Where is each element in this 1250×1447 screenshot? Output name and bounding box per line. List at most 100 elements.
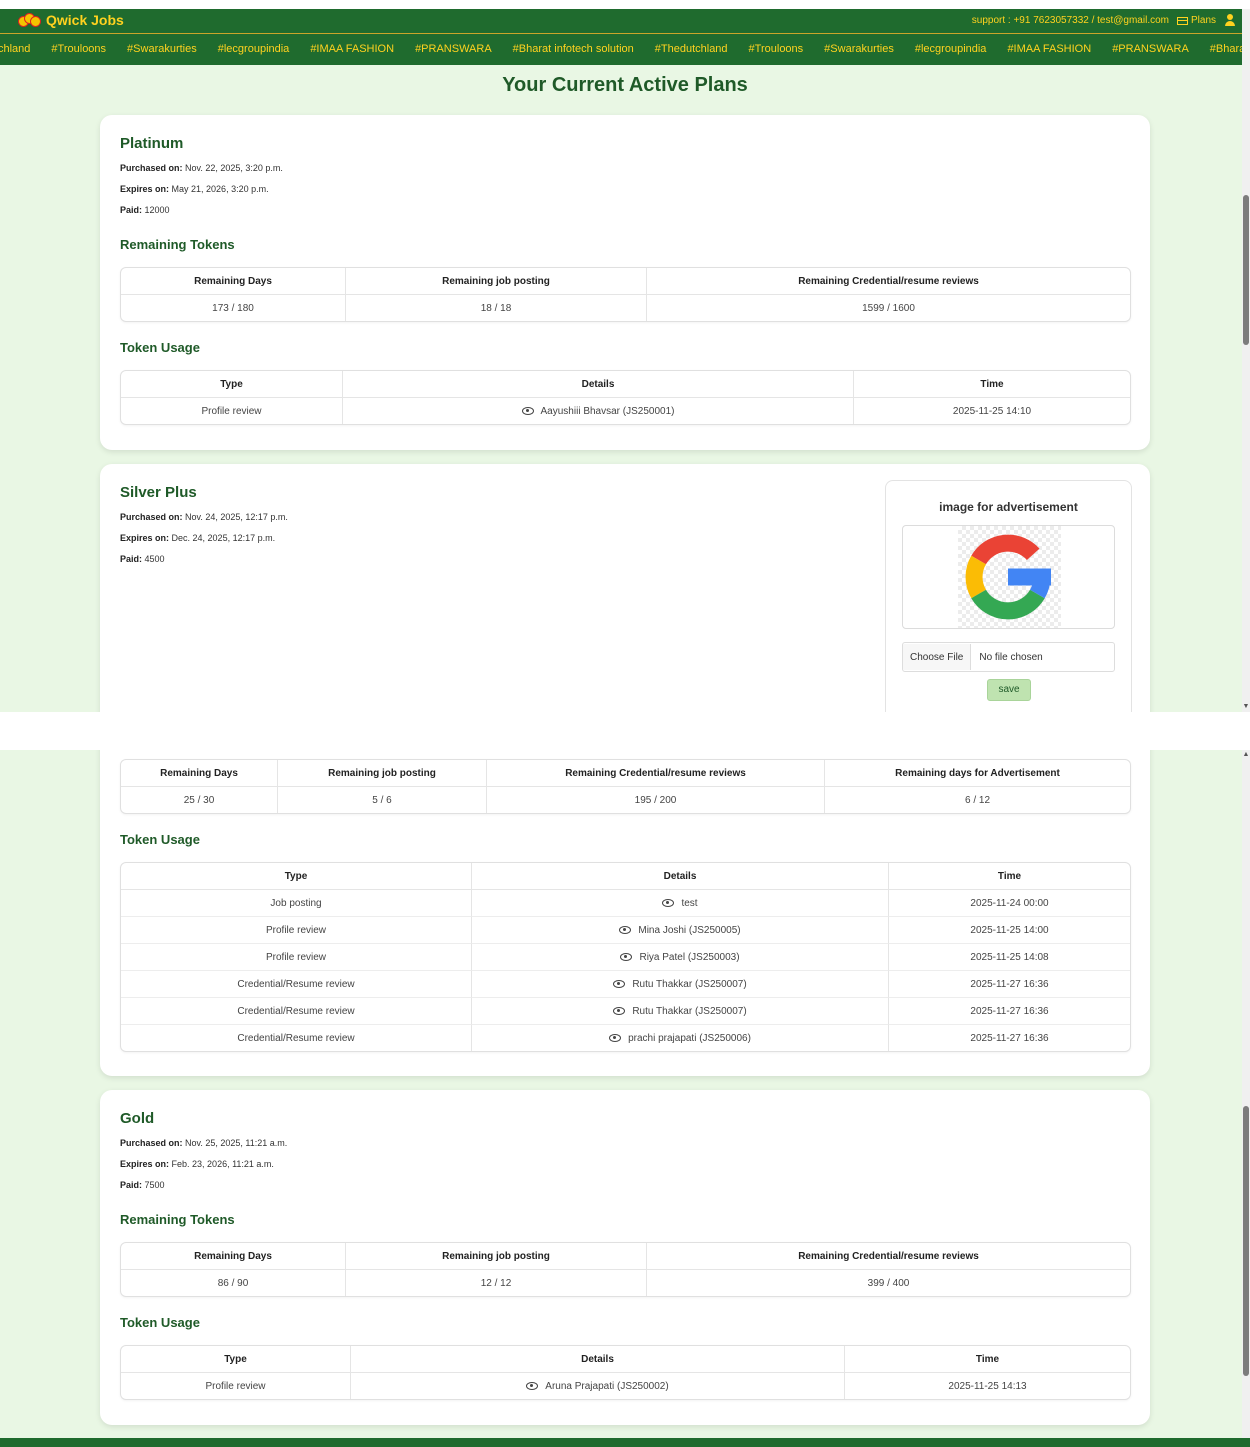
no-file-chosen-text: No file chosen	[979, 651, 1043, 663]
table-cell: 173 / 180	[121, 295, 346, 321]
usage-type: Job posting	[121, 890, 472, 916]
purchased-on-label: Purchased on:	[120, 1138, 183, 1148]
usage-time: 2025-11-25 14:13	[948, 1380, 1027, 1392]
table-row: Credential/Resume review prachi prajapat…	[121, 1024, 1130, 1051]
eye-icon[interactable]	[609, 1033, 622, 1042]
ticker-item[interactable]: #IMAA FASHION	[1007, 43, 1091, 55]
purchased-on-value: Nov. 22, 2025, 3:20 p.m.	[185, 163, 283, 173]
paid-label: Paid:	[120, 1180, 143, 1190]
table-cell: 25 / 30	[121, 787, 278, 813]
advertisement-box: image for advertisement Choose File No f…	[885, 480, 1132, 712]
scrollbar[interactable]: ▲	[1242, 750, 1250, 1438]
plan-name: Silver Plus	[120, 484, 197, 501]
column-header: Time	[889, 863, 1130, 890]
expires-on-label: Expires on:	[120, 533, 170, 543]
paid: Paid: 7500	[120, 1180, 165, 1190]
eye-icon[interactable]	[521, 406, 534, 415]
column-header: Remaining Days	[121, 1243, 346, 1270]
plan-card-silver-plus: Silver Plus Purchased on: Nov. 24, 2025,…	[100, 464, 1150, 712]
usage-details-text: Mina Joshi (JS250005)	[638, 924, 741, 936]
table-cell: 399 / 400	[867, 1277, 910, 1289]
token-usage-title: Token Usage	[120, 340, 200, 355]
plan-name: Platinum	[120, 135, 184, 152]
plans-link[interactable]: Plans	[1176, 15, 1216, 26]
eye-icon[interactable]	[613, 979, 626, 988]
column-header: Details	[472, 863, 889, 890]
top-navbar: Qwick Jobs support : +91 7623057332 / te…	[0, 9, 1250, 33]
choose-file-button[interactable]: Choose File	[903, 644, 972, 670]
ticker-item[interactable]: #PRANSWARA	[1112, 43, 1189, 55]
support-contact: support : +91 7623057332 / test@gmail.co…	[971, 15, 1169, 26]
usage-time: 2025-11-27 16:36	[889, 970, 1130, 997]
table-cell: 1599 / 1600	[862, 302, 915, 314]
usage-details-text: Rutu Thakkar (JS250007)	[632, 1005, 747, 1017]
usage-details[interactable]: Rutu Thakkar (JS250007)	[472, 970, 889, 997]
usage-details[interactable]: Riya Patel (JS250003)	[472, 943, 889, 970]
eye-icon[interactable]	[613, 1006, 626, 1015]
file-input[interactable]: Choose File No file chosen	[902, 642, 1115, 672]
usage-details-text: Rutu Thakkar (JS250007)	[632, 978, 747, 990]
table-row: Profile review Aayushiii Bhavsar (JS2500…	[121, 398, 1130, 424]
usage-details[interactable]: prachi prajapati (JS250006)	[472, 1024, 889, 1051]
column-header: Remaining Days	[121, 760, 278, 787]
ticker-item[interactable]: #Bharat infotech solution	[513, 43, 634, 55]
table-cell: 86 / 90	[121, 1270, 346, 1296]
table-row: 86 / 90 12 / 12 399 / 400	[121, 1270, 1130, 1296]
usage-type: Credential/Resume review	[121, 997, 472, 1024]
usage-details[interactable]: Aayushiii Bhavsar (JS250001)	[343, 398, 854, 424]
eye-icon[interactable]	[662, 898, 675, 907]
scroll-down-arrow-icon[interactable]: ▼	[1242, 703, 1250, 711]
usage-time: 2025-11-25 14:08	[889, 943, 1130, 970]
remaining-tokens-title: Remaining Tokens	[120, 237, 235, 252]
ticker-track: chland #Trouloons #Swarakurties #lecgroupin…	[0, 43, 1250, 55]
scrollbar-thumb[interactable]	[1243, 1106, 1249, 1376]
scroll-up-arrow-icon[interactable]: ▲	[1242, 751, 1250, 759]
table-cell: 18 / 18	[346, 295, 647, 321]
column-header: Type	[121, 371, 343, 398]
eye-icon[interactable]	[620, 952, 633, 961]
eye-icon[interactable]	[619, 925, 632, 934]
ticker-item[interactable]: #PRANSWARA	[415, 43, 492, 55]
ticker-item[interactable]: #lecgroupindia	[915, 43, 987, 55]
usage-details[interactable]: Rutu Thakkar (JS250007)	[472, 997, 889, 1024]
ticker-item[interactable]: #Trouloons	[51, 43, 106, 55]
token-usage-title: Token Usage	[120, 1315, 200, 1330]
expires-on: Expires on: Dec. 24, 2025, 12:17 p.m.	[120, 533, 275, 543]
advertisement-image	[902, 525, 1115, 629]
column-header: Remaining job posting	[278, 760, 487, 787]
scrollbar[interactable]: ▼	[1242, 9, 1250, 712]
scrollbar-thumb[interactable]	[1243, 195, 1249, 345]
purchased-on: Purchased on: Nov. 22, 2025, 3:20 p.m.	[120, 163, 283, 173]
expires-on-value: Dec. 24, 2025, 12:17 p.m.	[171, 533, 276, 543]
token-usage-table: Type Details Time Profile review Aayushi…	[120, 370, 1131, 425]
ticker-item[interactable]: #Thedutchland	[655, 43, 728, 55]
usage-type: Profile review	[121, 398, 343, 424]
usage-time: 2025-11-27 16:36	[889, 1024, 1130, 1051]
purchased-on: Purchased on: Nov. 25, 2025, 11:21 a.m.	[120, 1138, 287, 1148]
expires-on: Expires on: Feb. 23, 2026, 11:21 a.m.	[120, 1159, 274, 1169]
usage-time: 2025-11-27 16:36	[889, 997, 1130, 1024]
usage-details[interactable]: Mina Joshi (JS250005)	[472, 916, 889, 943]
table-row: Credential/Resume review Rutu Thakkar (J…	[121, 997, 1130, 1024]
eye-icon[interactable]	[526, 1381, 539, 1390]
remaining-tokens-table: Remaining Days Remaining job posting Rem…	[120, 759, 1131, 814]
ticker-item[interactable]: #IMAA FASHION	[310, 43, 394, 55]
usage-details[interactable]: Aruna Prajapati (JS250002)	[351, 1373, 845, 1399]
usage-type: Profile review	[121, 1373, 351, 1399]
column-header: Remaining job posting	[346, 1243, 647, 1270]
ticker-item[interactable]: chland	[0, 43, 30, 55]
ticker-item[interactable]: #lecgroupindia	[218, 43, 290, 55]
usage-details[interactable]: test	[472, 890, 889, 916]
expires-on-value: May 21, 2026, 3:20 p.m.	[171, 184, 269, 194]
paid: Paid: 12000	[120, 205, 170, 215]
ticker-item[interactable]: #Trouloons	[749, 43, 804, 55]
user-icon[interactable]	[1224, 14, 1236, 27]
ticker-item[interactable]: #Swarakurties	[127, 43, 197, 55]
brand[interactable]: Qwick Jobs	[18, 12, 124, 28]
remaining-tokens-table: Remaining Days Remaining job posting Rem…	[120, 267, 1131, 322]
table-header-row: Type Details Time	[121, 1346, 1130, 1373]
plan-card-silver-plus-continued: Remaining Days Remaining job posting Rem…	[100, 750, 1150, 1076]
table-row: Job posting test 2025-11-24 00:00	[121, 890, 1130, 916]
ticker-item[interactable]: #Swarakurties	[824, 43, 894, 55]
save-button[interactable]: save	[987, 679, 1031, 701]
